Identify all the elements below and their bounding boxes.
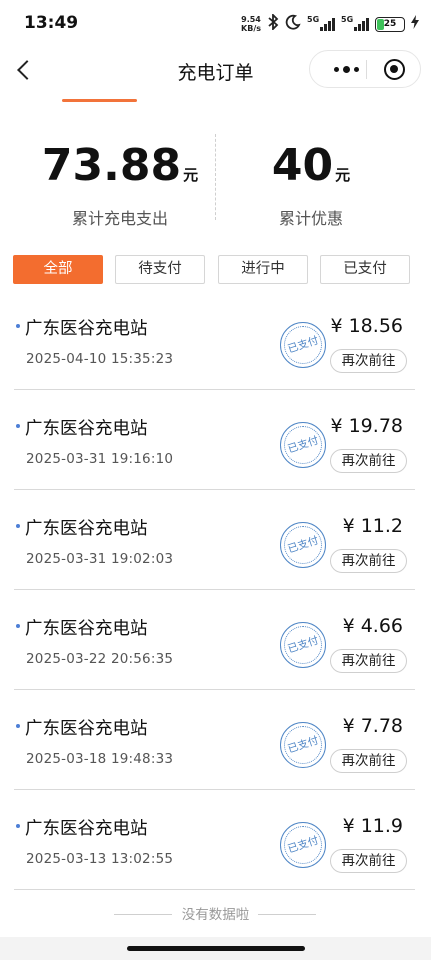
battery-level: 25 <box>383 19 397 29</box>
stamp-text: 已支付 <box>286 334 320 356</box>
go-again-button[interactable]: 再次前往 <box>330 349 407 373</box>
moon-icon <box>285 14 301 35</box>
bullet-dot <box>16 724 20 728</box>
order-time: 2025-03-31 19:02:03 <box>26 551 174 567</box>
total-spend: 73.88 元 累计充电支出 <box>20 140 220 229</box>
tab-indicator <box>62 99 137 102</box>
status-bar: 13:49 9.54 KB/s 5G 5G 25 <box>0 0 431 48</box>
order-time: 2025-03-13 13:02:55 <box>26 851 174 867</box>
status-icons: 9.54 KB/s 5G 5G 25 <box>241 12 419 35</box>
mini-program-capsule <box>309 50 421 88</box>
order-item[interactable]: 广东医谷充电站 2025-03-18 19:48:33 已支付 ¥ 7.78 再… <box>0 690 431 790</box>
stamp-text: 已支付 <box>286 634 320 656</box>
station-name: 广东医谷充电站 <box>25 419 148 439</box>
home-indicator[interactable] <box>127 946 305 951</box>
total-discount-unit: 元 <box>335 166 351 184</box>
bullet-dot <box>16 324 20 328</box>
order-item[interactable]: 广东医谷充电站 2025-03-31 19:16:10 已支付 ¥ 19.78 … <box>0 390 431 490</box>
go-again-button[interactable]: 再次前往 <box>330 549 407 573</box>
bullet-dot <box>16 424 20 428</box>
order-price: ¥ 11.9 <box>342 815 403 837</box>
station-name: 广东医谷充电站 <box>25 619 148 639</box>
order-time: 2025-03-22 20:56:35 <box>26 651 174 667</box>
stamp-text: 已支付 <box>286 734 320 756</box>
charging-icon <box>411 15 419 33</box>
filter-tabs: 全部 待支付 进行中 已支付 <box>13 255 413 285</box>
bullet-dot <box>16 624 20 628</box>
go-again-button[interactable]: 再次前往 <box>330 749 407 773</box>
signal-icon: 5G <box>307 15 335 31</box>
list-end-indicator: 没有数据啦 <box>0 903 431 927</box>
total-discount-value: 40 <box>271 140 334 191</box>
filter-pending-payment[interactable]: 待支付 <box>115 255 205 284</box>
total-discount: 40 元 累计优惠 <box>211 140 411 229</box>
nav-bar: 充电订单 <box>0 48 431 92</box>
order-time: 2025-03-18 19:48:33 <box>26 751 174 767</box>
total-discount-label: 累计优惠 <box>278 209 343 228</box>
order-item[interactable]: 广东医谷充电站 2025-04-10 15:35:23 已支付 ¥ 18.56 … <box>0 290 431 390</box>
stamp-text: 已支付 <box>286 534 320 556</box>
order-item[interactable]: 广东医谷充电站 2025-03-13 13:02:55 已支付 ¥ 11.9 再… <box>0 790 431 890</box>
battery-icon: 25 <box>375 16 405 32</box>
stamp-text: 已支付 <box>286 434 320 456</box>
order-price: ¥ 18.56 <box>330 315 403 337</box>
row-divider <box>14 889 415 890</box>
network-speed-value: 9.54 <box>241 15 261 24</box>
signal-label: 5G <box>341 15 354 24</box>
total-spend-unit: 元 <box>183 166 199 184</box>
order-price: ¥ 7.78 <box>342 715 403 737</box>
total-spend-value: 73.88 <box>41 140 182 191</box>
order-item[interactable]: 广东医谷充电站 2025-03-22 20:56:35 已支付 ¥ 4.66 再… <box>0 590 431 690</box>
filter-paid[interactable]: 已支付 <box>320 255 410 284</box>
network-speed: 9.54 KB/s <box>241 15 261 33</box>
close-target-icon[interactable] <box>384 59 405 80</box>
order-price: ¥ 4.66 <box>342 615 403 637</box>
end-line-right <box>258 914 316 915</box>
order-time: 2025-03-31 19:16:10 <box>26 451 174 467</box>
total-spend-label: 累计充电支出 <box>71 209 168 228</box>
bullet-dot <box>16 824 20 828</box>
filter-all[interactable]: 全部 <box>13 255 103 284</box>
end-line-left <box>114 914 172 915</box>
summary-panel: 73.88 元 累计充电支出 40 元 累计优惠 <box>0 132 431 228</box>
filter-in-progress[interactable]: 进行中 <box>218 255 308 284</box>
capsule-divider <box>366 60 367 79</box>
order-item[interactable]: 广东医谷充电站 2025-03-31 19:02:03 已支付 ¥ 11.2 再… <box>0 490 431 590</box>
bluetooth-icon <box>267 12 279 35</box>
order-price: ¥ 11.2 <box>342 515 403 537</box>
go-again-button[interactable]: 再次前往 <box>330 449 407 473</box>
paid-stamp-icon: 已支付 <box>280 422 326 468</box>
no-more-text: 没有数据啦 <box>181 907 250 923</box>
signal-icon: 5G <box>341 15 369 31</box>
signal-label: 5G <box>307 15 320 24</box>
more-icon[interactable] <box>324 51 368 87</box>
stamp-text: 已支付 <box>286 834 320 856</box>
paid-stamp-icon: 已支付 <box>280 522 326 568</box>
go-again-button[interactable]: 再次前往 <box>330 849 407 873</box>
paid-stamp-icon: 已支付 <box>280 822 326 868</box>
bullet-dot <box>16 524 20 528</box>
station-name: 广东医谷充电站 <box>25 819 148 839</box>
paid-stamp-icon: 已支付 <box>280 622 326 668</box>
paid-stamp-icon: 已支付 <box>280 322 326 368</box>
order-price: ¥ 19.78 <box>330 415 403 437</box>
station-name: 广东医谷充电站 <box>25 319 148 339</box>
station-name: 广东医谷充电站 <box>25 719 148 739</box>
network-speed-unit: KB/s <box>241 24 261 33</box>
status-time: 13:49 <box>24 13 79 33</box>
go-again-button[interactable]: 再次前往 <box>330 649 407 673</box>
paid-stamp-icon: 已支付 <box>280 722 326 768</box>
order-time: 2025-04-10 15:35:23 <box>26 351 174 367</box>
station-name: 广东医谷充电站 <box>25 519 148 539</box>
